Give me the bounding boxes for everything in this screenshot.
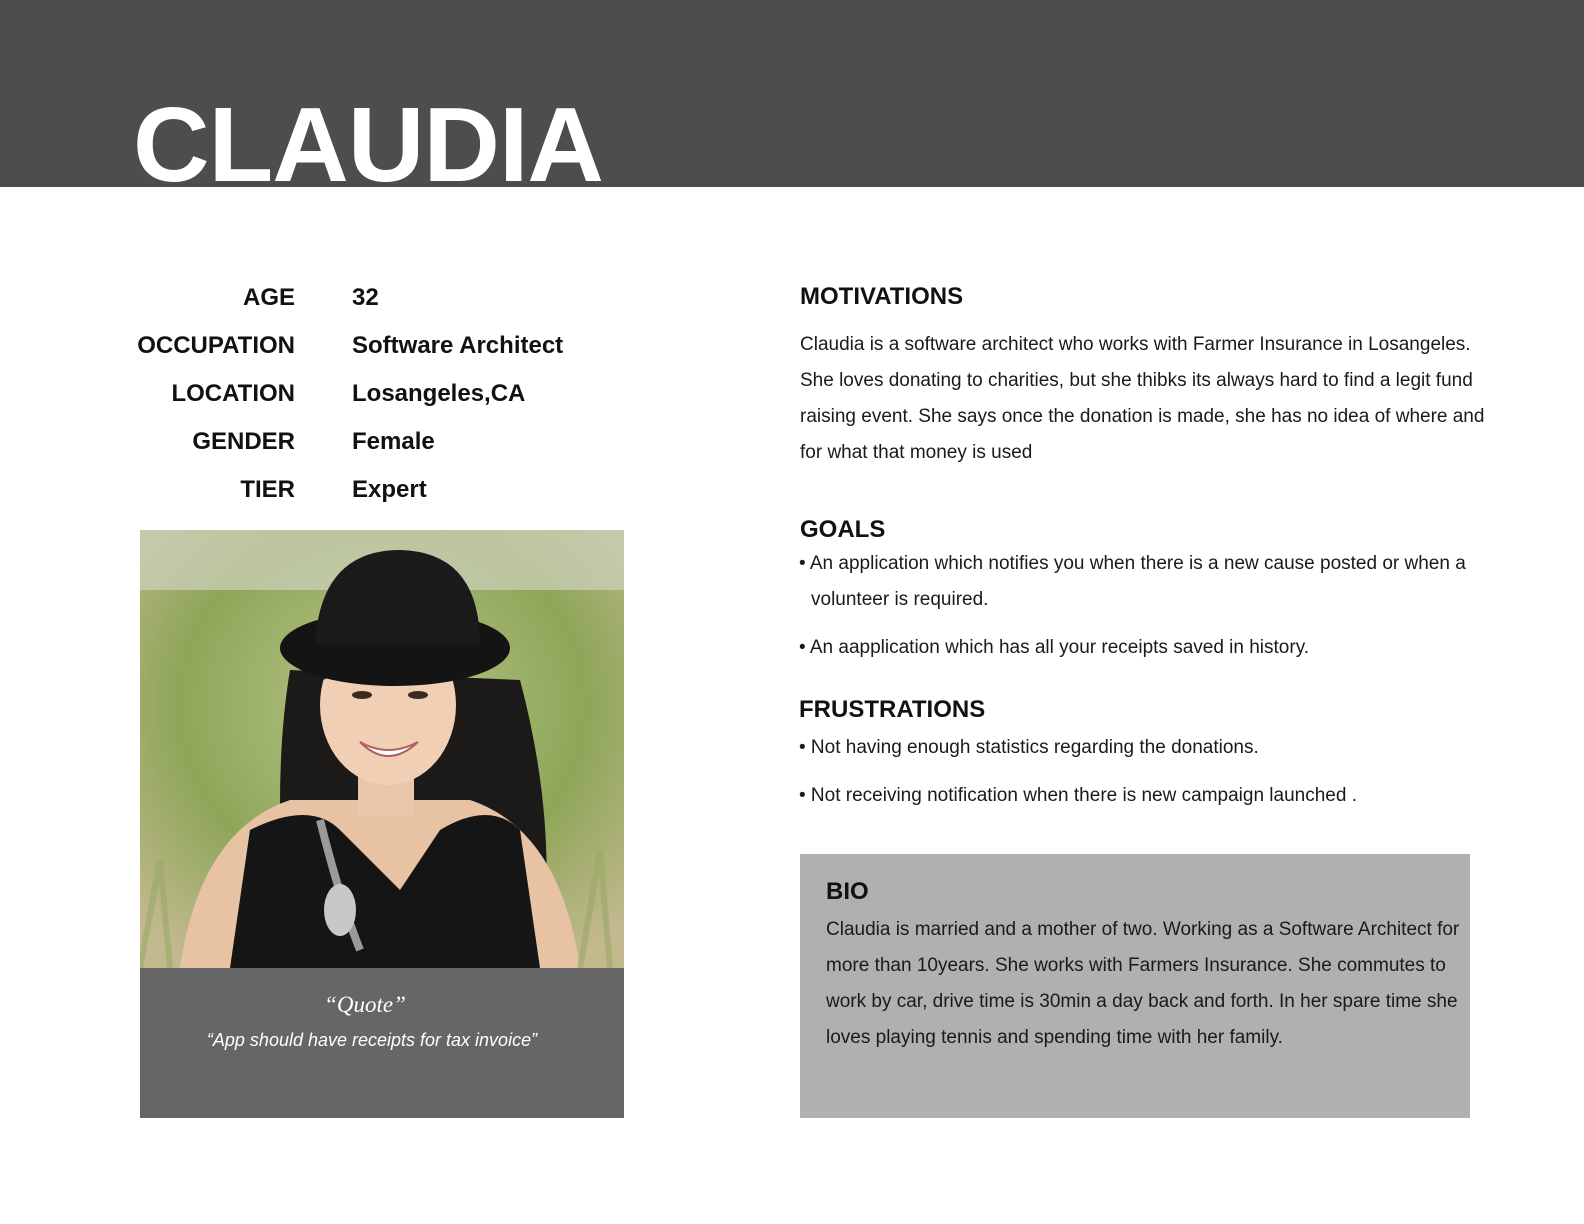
quote-title: “Quote” bbox=[324, 992, 406, 1017]
persona-name: CLAUDIA bbox=[133, 86, 604, 187]
info-row-occupation: OCCUPATION Software Architect bbox=[0, 326, 700, 366]
persona-photo bbox=[140, 530, 624, 968]
bio-text: Claudia is married and a mother of two. … bbox=[826, 919, 1460, 1048]
info-value-gender: Female bbox=[352, 428, 435, 455]
goal-item: • An application which notifies you when… bbox=[799, 553, 1466, 610]
motivations-heading: MOTIVATIONS bbox=[800, 283, 964, 310]
info-value-tier: Expert bbox=[352, 476, 427, 503]
persona-photo-card: “Quote” “App should have receipts for ta… bbox=[140, 530, 624, 1118]
bio-box: BIO Claudia is married and a mother of t… bbox=[800, 854, 1470, 1118]
info-value-location: Losangeles,CA bbox=[352, 380, 526, 407]
info-value-age: 32 bbox=[352, 284, 379, 311]
frustration-item: • Not having enough statistics regarding… bbox=[799, 737, 1259, 758]
persona-photo-illustration bbox=[140, 530, 624, 968]
bio-heading: BIO bbox=[826, 878, 869, 905]
quote-text: “App should have receipts for tax invoic… bbox=[206, 1030, 538, 1050]
goal-item: • An aapplication which has all your rec… bbox=[799, 637, 1310, 658]
info-row-gender: GENDER Female bbox=[0, 422, 700, 462]
info-label-occupation: OCCUPATION bbox=[137, 332, 295, 359]
info-row-age: AGE 32 bbox=[0, 278, 700, 318]
header-band: CLAUDIA bbox=[0, 0, 1584, 187]
info-row-tier: TIER Expert bbox=[0, 470, 700, 510]
frustrations-heading: FRUSTRATIONS bbox=[799, 696, 986, 723]
info-label-gender: GENDER bbox=[192, 428, 295, 455]
info-value-occupation: Software Architect bbox=[352, 332, 564, 359]
goals-heading: GOALS bbox=[800, 516, 886, 543]
info-label-location: LOCATION bbox=[171, 380, 295, 407]
info-label-tier: TIER bbox=[240, 476, 295, 503]
info-label-age: AGE bbox=[242, 284, 295, 311]
frustration-item: • Not receiving notification when there … bbox=[799, 785, 1357, 806]
info-row-location: LOCATION Losangeles,CA bbox=[0, 374, 700, 414]
motivations-text: Claudia is a software architect who work… bbox=[800, 334, 1485, 463]
